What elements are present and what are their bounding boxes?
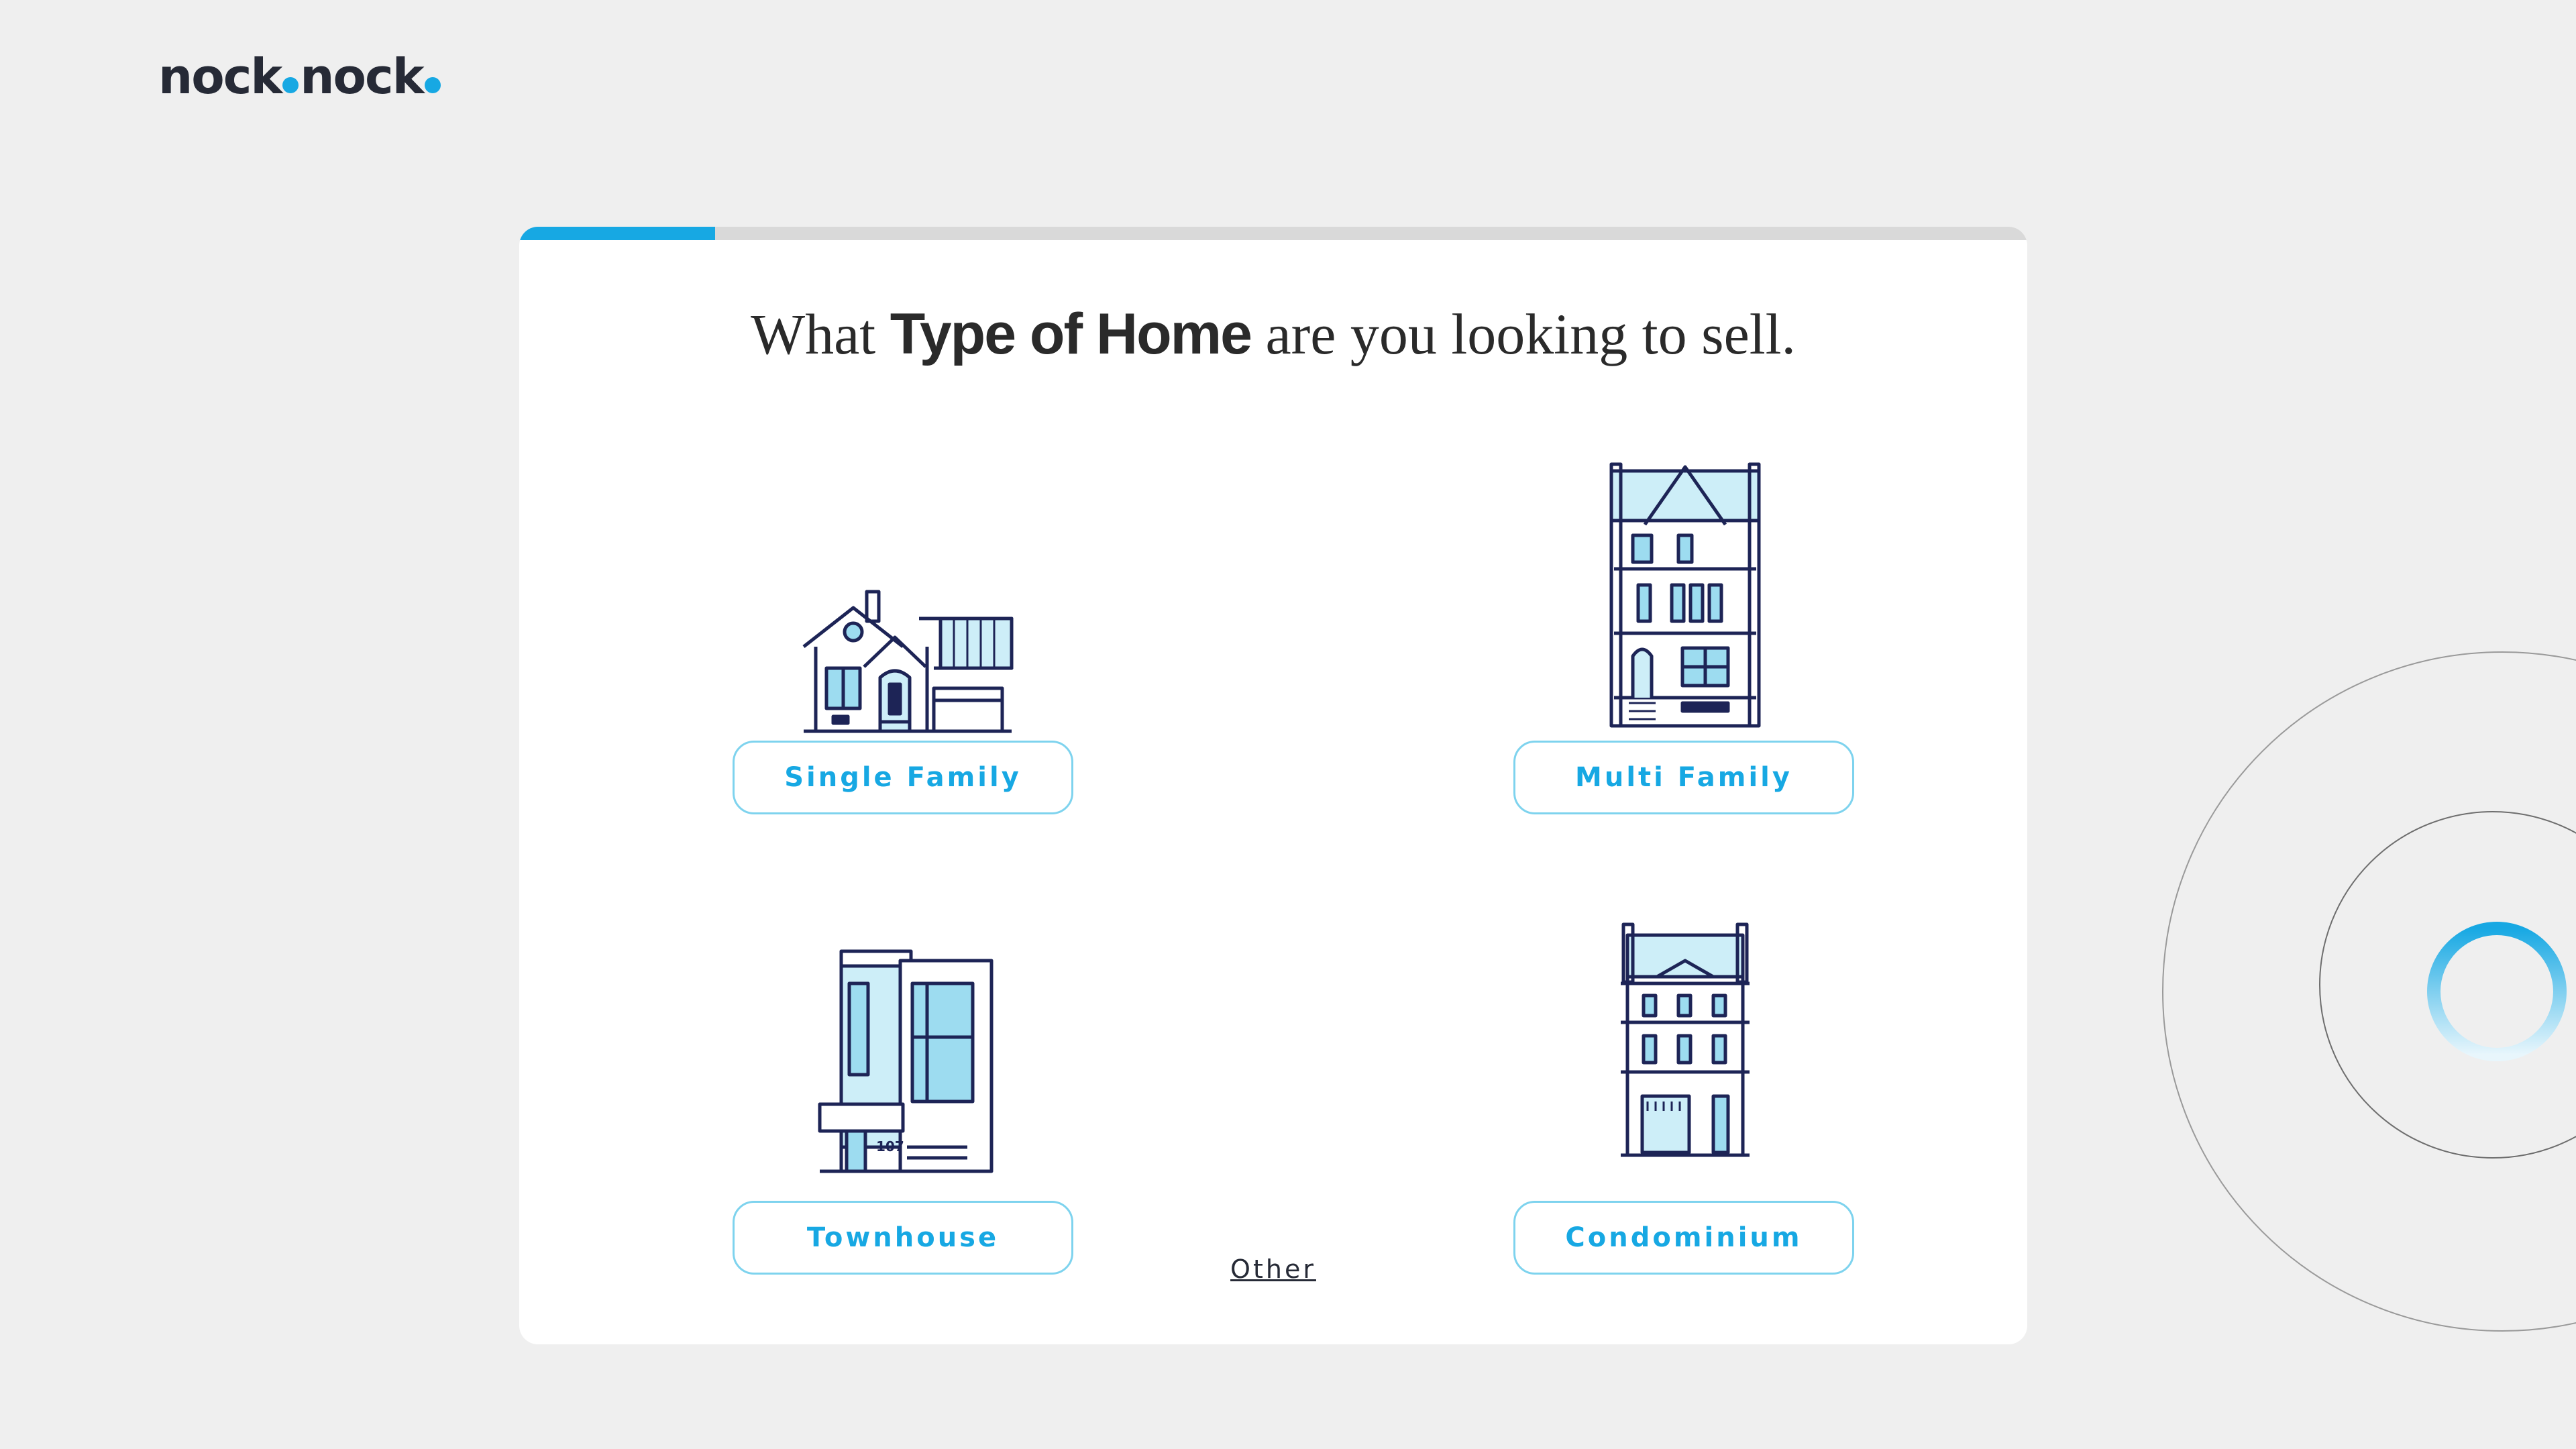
progress-fill	[519, 227, 716, 240]
single-family-house-icon	[802, 590, 1014, 733]
question-card: What Type of Home are you looking to sel…	[519, 227, 2027, 1344]
loading-spinner-icon	[2427, 922, 2567, 1061]
house-number: 107	[876, 1138, 904, 1155]
question-title: What Type of Home are you looking to sel…	[519, 301, 2027, 368]
single-family-button[interactable]: Single Family	[733, 741, 1073, 814]
title-emphasis: Type of Home	[890, 302, 1252, 366]
condominium-building-icon	[1621, 922, 1750, 1157]
title-suffix: are you looking to sell.	[1250, 302, 1796, 366]
other-link[interactable]: Other	[519, 1254, 2027, 1284]
progress-bar	[519, 227, 2027, 240]
multi-family-button[interactable]: Multi Family	[1513, 741, 1854, 814]
multi-family-building-icon	[1609, 462, 1761, 728]
outer-ring	[2162, 651, 2576, 1332]
title-prefix: What	[750, 302, 890, 366]
townhouse-icon: 107	[818, 949, 994, 1173]
inner-ring	[2319, 811, 2576, 1159]
